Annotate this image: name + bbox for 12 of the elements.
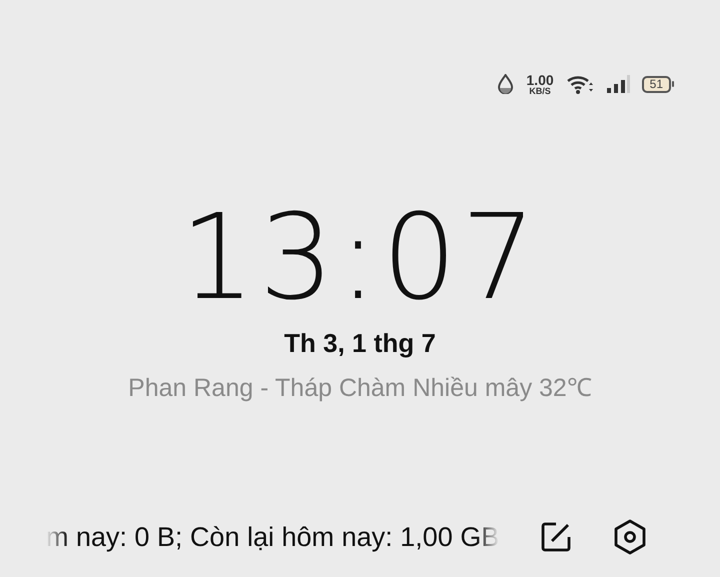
edit-icon[interactable] bbox=[539, 520, 574, 554]
network-speed-unit: KB/S bbox=[529, 86, 551, 96]
settings-icon[interactable] bbox=[613, 519, 648, 555]
date-label: Th 3, 1 thg 7 bbox=[284, 328, 436, 359]
clock-time: 13:07 bbox=[180, 198, 540, 316]
battery-level: 51 bbox=[642, 76, 671, 92]
network-speed: 1.00 bbox=[526, 72, 554, 86]
data-usage-ticker: m nay: 0 B; Còn lại hôm nay: 1,00 GB bbox=[46, 522, 500, 552]
water-drop-icon bbox=[497, 74, 514, 94]
weather-label: Phan Rang - Tháp Chàm Nhiều mây 32℃ bbox=[128, 373, 592, 403]
wifi-icon bbox=[566, 74, 594, 94]
signal-icon bbox=[606, 74, 630, 94]
